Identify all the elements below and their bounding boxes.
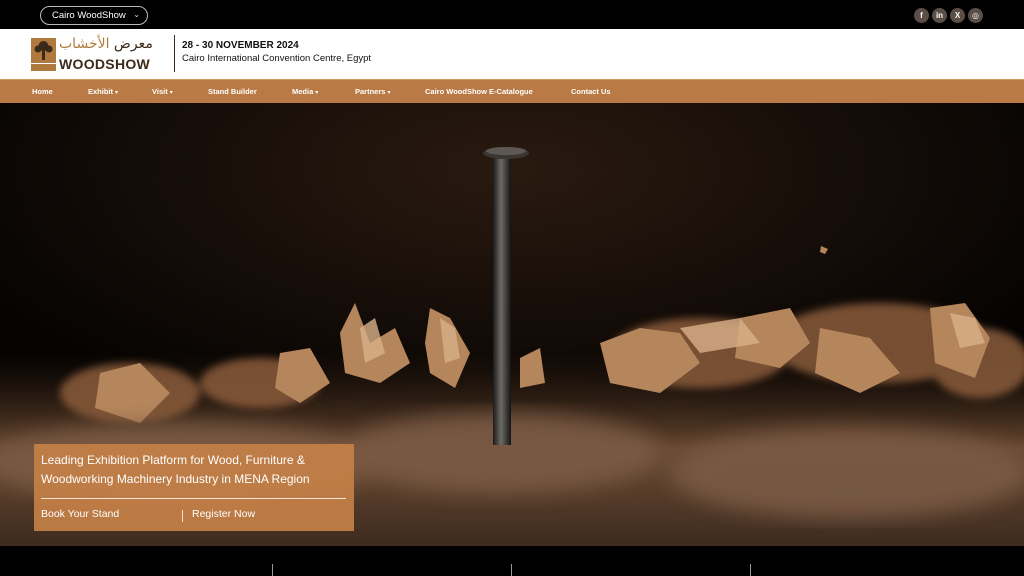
nav-home[interactable]: Home bbox=[32, 87, 53, 96]
logo-english-text: WOODSHOW bbox=[59, 56, 151, 72]
nav-partners[interactable]: Partners ▾ bbox=[355, 87, 390, 96]
nav-media[interactable]: Media ▾ bbox=[292, 87, 318, 96]
linkedin-icon[interactable]: in bbox=[932, 8, 947, 23]
site-logo[interactable]: معرض الأخشاب WOODSHOW bbox=[31, 36, 171, 72]
logo-tree-icon bbox=[31, 38, 56, 71]
callout-button-separator bbox=[182, 510, 183, 522]
nav-contact-us[interactable]: Contact Us bbox=[571, 87, 611, 96]
event-select[interactable]: Cairo WoodShow ⌄ bbox=[40, 6, 148, 25]
nav-e-catalogue[interactable]: Cairo WoodShow E-Catalogue bbox=[425, 87, 533, 96]
nav-visit-label: Visit bbox=[152, 87, 168, 96]
main-nav: Home Exhibit ▾ Visit ▾ Stand Builder Media… bbox=[0, 79, 1024, 103]
site-header: معرض الأخشاب WOODSHOW 28 - 30 NOVEMBER 2… bbox=[0, 29, 1024, 79]
x-twitter-icon[interactable]: X bbox=[950, 8, 965, 23]
caret-down-icon: ▾ bbox=[315, 90, 319, 96]
nav-exhibit-label: Exhibit bbox=[88, 87, 114, 96]
nav-home-label: Home bbox=[32, 87, 53, 96]
header-divider bbox=[174, 35, 175, 72]
event-venue: Cairo International Convention Centre, E… bbox=[182, 53, 372, 64]
nav-partners-label: Partners bbox=[355, 87, 386, 96]
event-select-value: Cairo WoodShow bbox=[52, 10, 126, 21]
bottom-divider bbox=[272, 564, 273, 576]
nav-stand-builder-label: Stand Builder bbox=[208, 87, 257, 96]
facebook-icon[interactable]: f bbox=[914, 8, 929, 23]
event-dates: 28 - 30 NOVEMBER 2024 bbox=[182, 40, 299, 51]
logo-arabic-word-1: معرض bbox=[113, 36, 153, 52]
instagram-icon[interactable]: ◎ bbox=[968, 8, 983, 23]
nav-exhibit[interactable]: Exhibit ▾ bbox=[88, 87, 118, 96]
caret-down-icon: ▾ bbox=[169, 90, 173, 96]
callout-divider bbox=[41, 498, 346, 499]
hero-callout: Leading Exhibition Platform for Wood, Fu… bbox=[34, 444, 354, 531]
hero-headline: Leading Exhibition Platform for Wood, Fu… bbox=[41, 453, 310, 486]
top-bar: Cairo WoodShow ⌄ f in X ◎ bbox=[0, 0, 1024, 29]
logo-arabic-word-2: الأخشاب bbox=[59, 36, 110, 52]
nav-media-label: Media bbox=[292, 87, 314, 96]
caret-down-icon: ▾ bbox=[115, 90, 119, 96]
register-now-button[interactable]: Register Now bbox=[192, 508, 255, 520]
nav-visit[interactable]: Visit ▾ bbox=[152, 87, 173, 96]
social-links: f in X ◎ bbox=[914, 8, 983, 23]
nav-contact-us-label: Contact Us bbox=[571, 87, 611, 96]
bottom-strip bbox=[0, 546, 1024, 576]
logo-arabic-text: معرض الأخشاب bbox=[59, 36, 153, 52]
caret-down-icon: ▾ bbox=[387, 90, 391, 96]
nav-e-catalogue-label: Cairo WoodShow E-Catalogue bbox=[425, 87, 533, 96]
book-your-stand-button[interactable]: Book Your Stand bbox=[41, 508, 119, 520]
chevron-down-icon: ⌄ bbox=[133, 10, 140, 19]
bottom-divider bbox=[750, 564, 751, 576]
bottom-divider bbox=[511, 564, 512, 576]
nav-stand-builder[interactable]: Stand Builder bbox=[208, 87, 257, 96]
